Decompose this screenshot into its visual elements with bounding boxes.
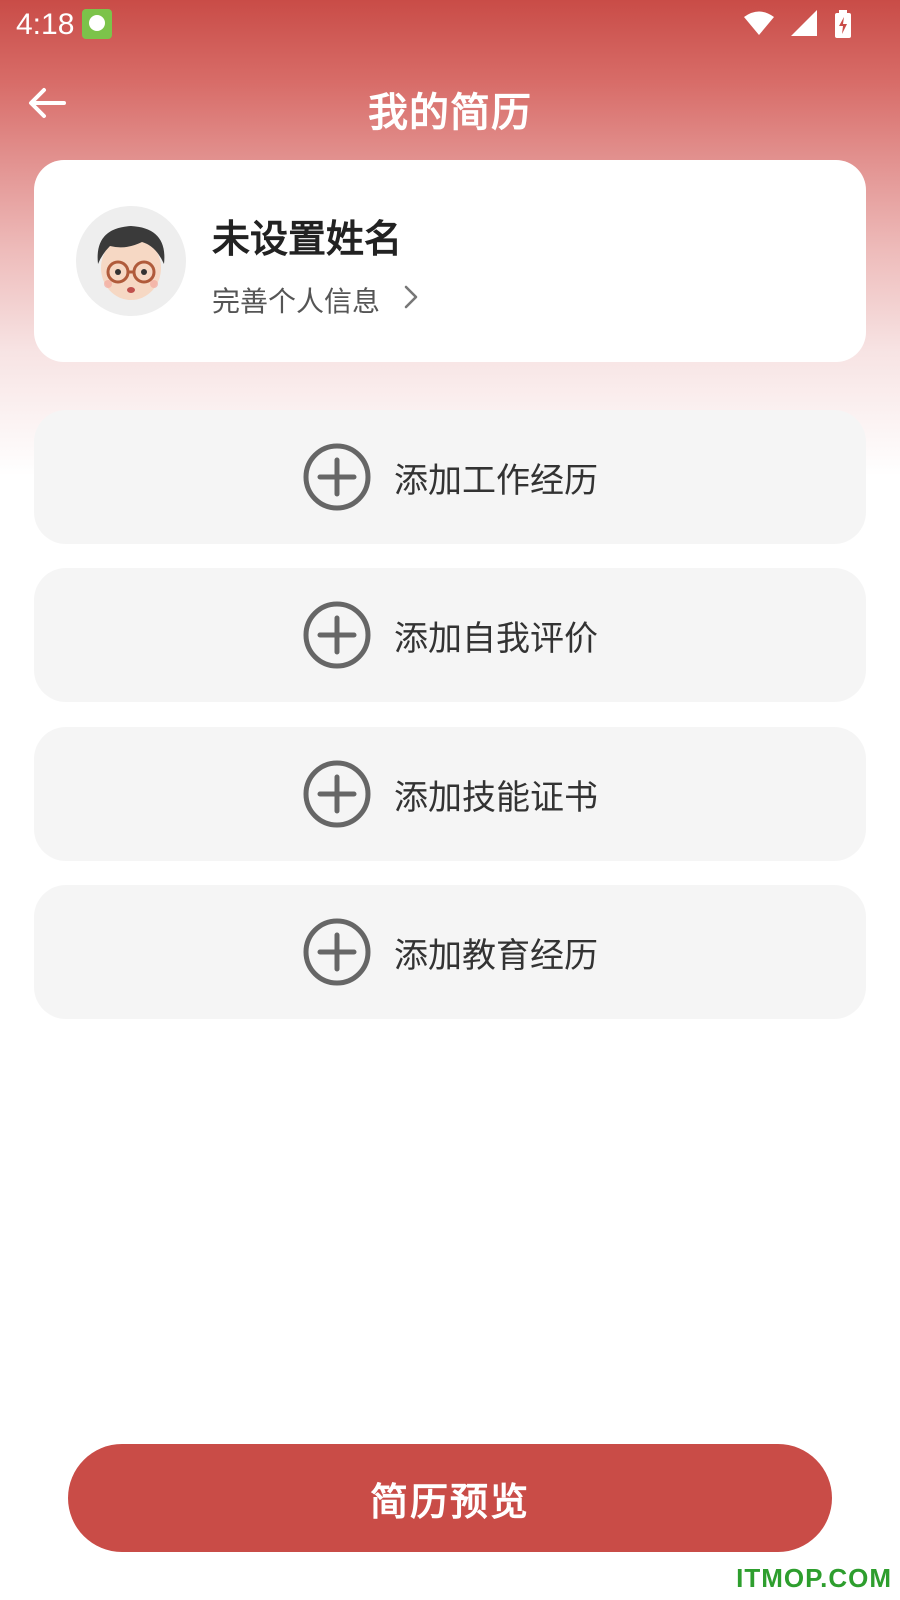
resume-preview-button[interactable]: 简历预览	[68, 1444, 832, 1552]
plus-circle-icon	[303, 918, 371, 986]
signal-icon	[791, 10, 818, 36]
add-self-evaluation-button[interactable]: 添加自我评价	[34, 568, 866, 702]
plus-circle-icon	[303, 443, 371, 511]
add-skill-certificate-button[interactable]: 添加技能证书	[34, 727, 866, 861]
chevron-right-icon	[402, 284, 420, 317]
status-time: 4:18	[16, 8, 75, 41]
plus-circle-icon	[303, 601, 371, 669]
section-label: 添加自我评价	[394, 618, 598, 659]
profile-card[interactable]: 未设置姓名 完善个人信息	[34, 160, 866, 362]
preview-button-label: 简历预览	[369, 1479, 530, 1524]
profile-name: 未设置姓名	[212, 217, 403, 261]
status-icons	[736, 10, 852, 40]
profile-subtitle: 完善个人信息	[212, 285, 381, 318]
section-label: 添加工作经历	[394, 460, 598, 501]
avatar[interactable]	[76, 206, 186, 316]
wifi-icon	[744, 11, 775, 35]
section-label: 添加教育经历	[394, 935, 598, 976]
plus-circle-icon	[303, 760, 371, 828]
top-navigation-bar: 我的简历	[0, 60, 900, 150]
complete-profile-link[interactable]: 完善个人信息	[212, 280, 420, 320]
page-title: 我的简历	[368, 90, 532, 136]
status-bar: 4:18	[0, 0, 900, 48]
watermark: ITMOP.COM	[736, 1563, 892, 1593]
section-label: 添加技能证书	[394, 777, 598, 818]
battery-charging-icon	[835, 10, 851, 38]
add-education-button[interactable]: 添加教育经历	[34, 885, 866, 1019]
cartoon-avatar-icon	[97, 226, 165, 300]
app-notification-icon	[82, 9, 112, 39]
add-work-experience-button[interactable]: 添加工作经历	[34, 410, 866, 544]
